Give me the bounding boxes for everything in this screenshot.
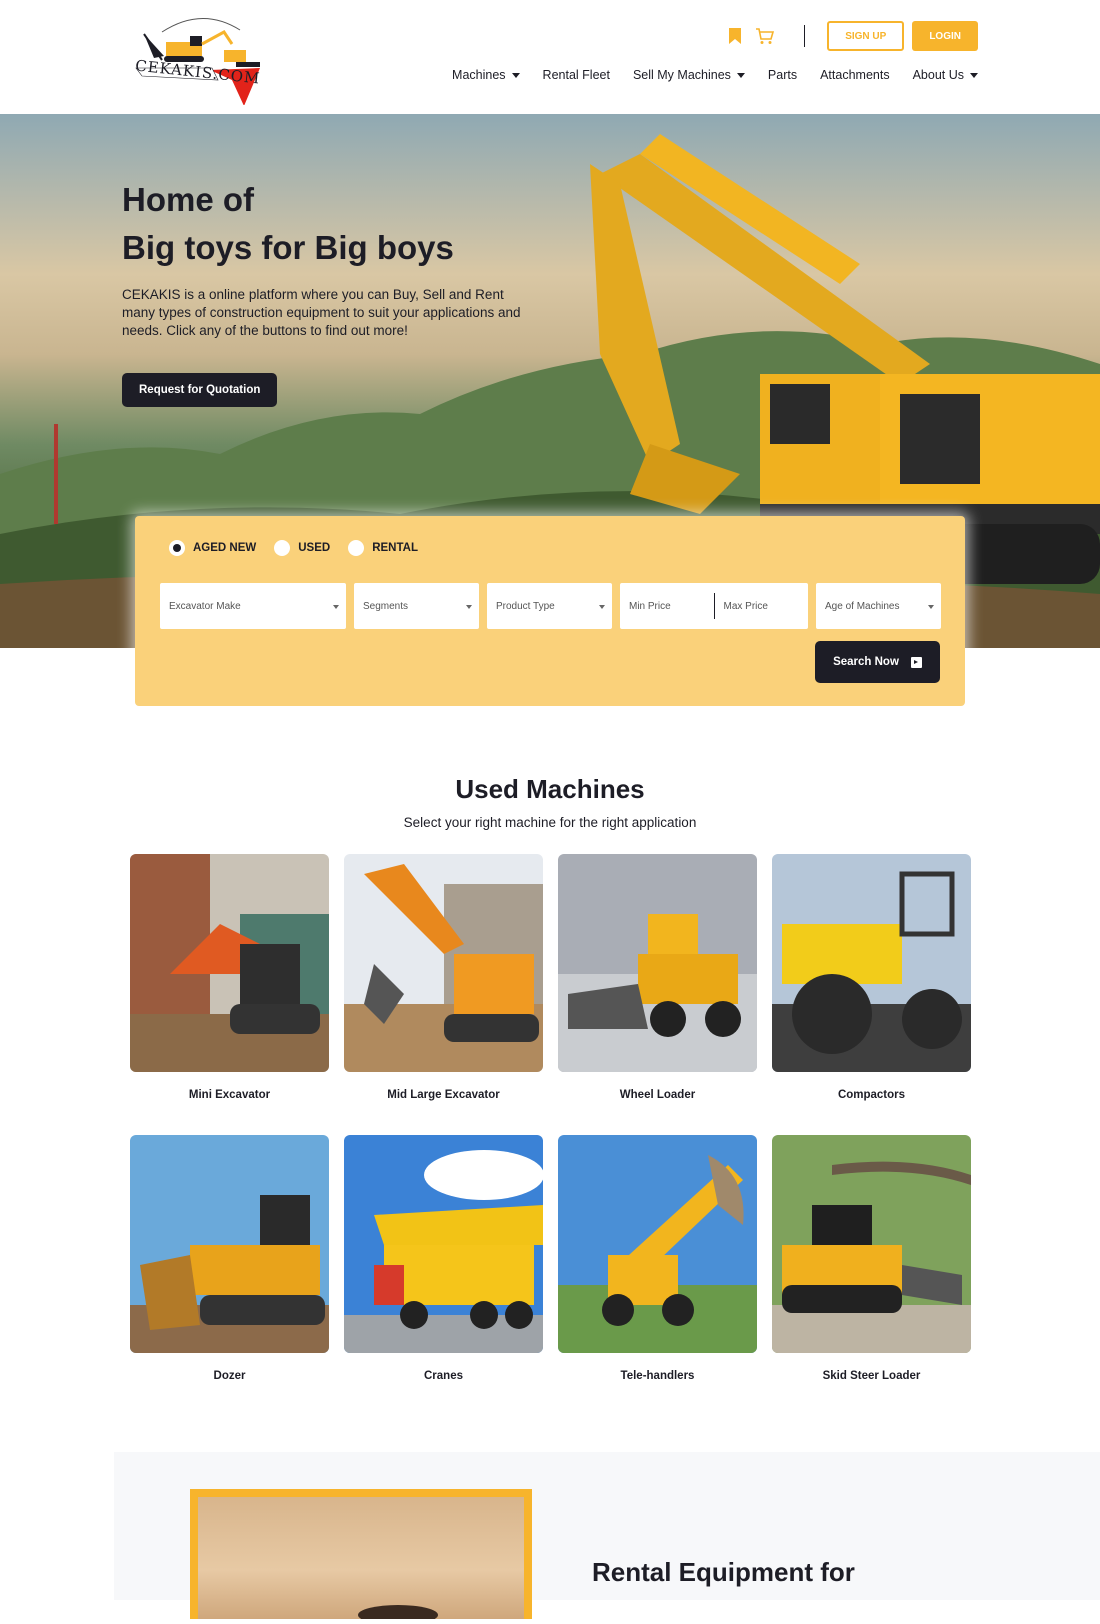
radio-rental[interactable]: RENTAL [348,540,418,556]
nav-label: Attachments [820,68,890,82]
price-range-field: Min Price Max Price [620,583,808,629]
radio-unselected-icon[interactable] [274,540,291,556]
radio-label: RENTAL [372,542,418,554]
nav-label: Parts [767,68,798,82]
radio-unselected-icon[interactable] [348,540,365,556]
machine-age-select[interactable]: Age of Machines [816,583,941,629]
category-card-tele-handlers[interactable]: Tele-handlers [558,1135,757,1384]
radio-label: AGED NEW [193,542,257,554]
product-type-select[interactable]: Product Type [487,583,612,629]
category-card-mini-excavator[interactable]: Mini Excavator [130,854,329,1103]
sign-up-button[interactable]: SIGN UP [827,21,905,51]
max-price-input[interactable]: Max Price [715,583,809,629]
tele-handlers-image[interactable] [558,1135,757,1353]
select-placeholder: Excavator Make [169,600,241,612]
category-label: Tele-handlers [620,1370,695,1382]
radio-label: USED [298,542,331,554]
mini-excavator-image[interactable] [130,854,329,1072]
machine-category-grid: Mini Excavator Mid Large Excavator Wheel… [130,854,972,1384]
segments-select[interactable]: Segments [354,583,479,629]
condition-radio-group: AGED NEW USED RENTAL [169,540,422,556]
machine-search-panel: AGED NEW USED RENTAL Excavator Make Segm… [135,516,965,706]
search-button-label: Search Now [833,656,899,668]
category-card-skid-steer-loader[interactable]: Skid Steer Loader [772,1135,971,1384]
category-label: Mini Excavator [188,1089,271,1101]
hero-description: CEKAKIS is a online platform where you c… [122,287,521,338]
request-quotation-button[interactable]: Request for Quotation [122,373,278,407]
select-placeholder: Segments [363,600,409,612]
radio-selected-icon[interactable] [169,540,185,556]
nav-item-sell-my-machines[interactable]: Sell My Machines [633,68,745,82]
site-header: CEKAKIS.COM SIGN UP LOGIN Machines Renta… [0,0,1100,114]
category-card-dozer[interactable]: Dozer [130,1135,329,1384]
nav-item-rental-fleet[interactable]: Rental Fleet [543,68,610,82]
chevron-down-icon [736,72,745,78]
used-machines-subtitle: Select your right machine for the right … [403,815,697,830]
wheel-loader-image[interactable] [558,854,757,1072]
hero-title-line-2: Big toys for Big boys [122,229,454,266]
dozer-image[interactable] [130,1135,329,1353]
category-label: Compactors [837,1089,906,1101]
radio-used[interactable]: USED [274,540,330,556]
nav-label: About Us [912,68,964,82]
cart-icon[interactable] [754,25,776,47]
category-label: Cranes [424,1370,463,1382]
skid-steer-loader-image[interactable] [772,1135,971,1353]
main-nav: Machines Rental Fleet Sell My Machines P… [452,68,978,82]
nav-item-attachments[interactable]: Attachments [820,68,889,82]
dropdown-arrow-icon [466,605,472,609]
category-card-mid-large-excavator[interactable]: Mid Large Excavator [344,854,543,1103]
compactors-image[interactable] [772,854,971,1072]
select-placeholder: Age of Machines [825,600,900,612]
hero-title-line-1: Home of [122,181,254,218]
arrow-right-square-icon [910,656,922,668]
used-machines-title: Used Machines [455,774,645,804]
category-card-compactors[interactable]: Compactors [772,854,971,1103]
chevron-down-icon [970,72,978,78]
cranes-image[interactable] [344,1135,543,1353]
nav-label: Machines [452,68,506,82]
mid-large-excavator-image[interactable] [344,854,543,1072]
dropdown-arrow-icon [333,605,339,609]
category-label: Mid Large Excavator [387,1089,500,1101]
category-card-wheel-loader[interactable]: Wheel Loader [558,854,757,1103]
category-card-cranes[interactable]: Cranes [344,1135,543,1384]
login-button[interactable]: LOGIN [912,21,978,51]
nav-item-parts[interactable]: Parts [768,68,797,82]
dropdown-arrow-icon [599,605,605,609]
header-divider [804,25,806,47]
nav-item-machines[interactable]: Machines [452,68,520,82]
rental-section: Rental Equipment for [114,1452,1100,1624]
search-now-button[interactable]: Search Now [815,641,940,683]
excavator-make-select[interactable]: Excavator Make [160,583,346,629]
nav-item-about-us[interactable]: About Us [913,68,978,82]
rental-title: Rental Equipment for [592,1557,855,1587]
chevron-down-icon [511,72,520,78]
search-fields: Excavator Make Segments Product Type Min… [160,583,941,629]
header-actions: SIGN UP LOGIN [724,21,978,51]
category-label: Wheel Loader [619,1089,696,1101]
category-label: Skid Steer Loader [822,1370,921,1382]
nav-label: Sell My Machines [632,68,731,82]
category-label: Dozer [213,1370,246,1382]
dropdown-arrow-icon [928,605,934,609]
min-price-input[interactable]: Min Price [620,583,714,629]
hero-title: Home of Big toys for Big boys [122,176,454,272]
bookmark-icon[interactable] [724,25,746,47]
select-placeholder: Product Type [496,600,555,612]
radio-aged-new[interactable]: AGED NEW [169,540,256,556]
nav-label: Rental Fleet [542,68,610,82]
